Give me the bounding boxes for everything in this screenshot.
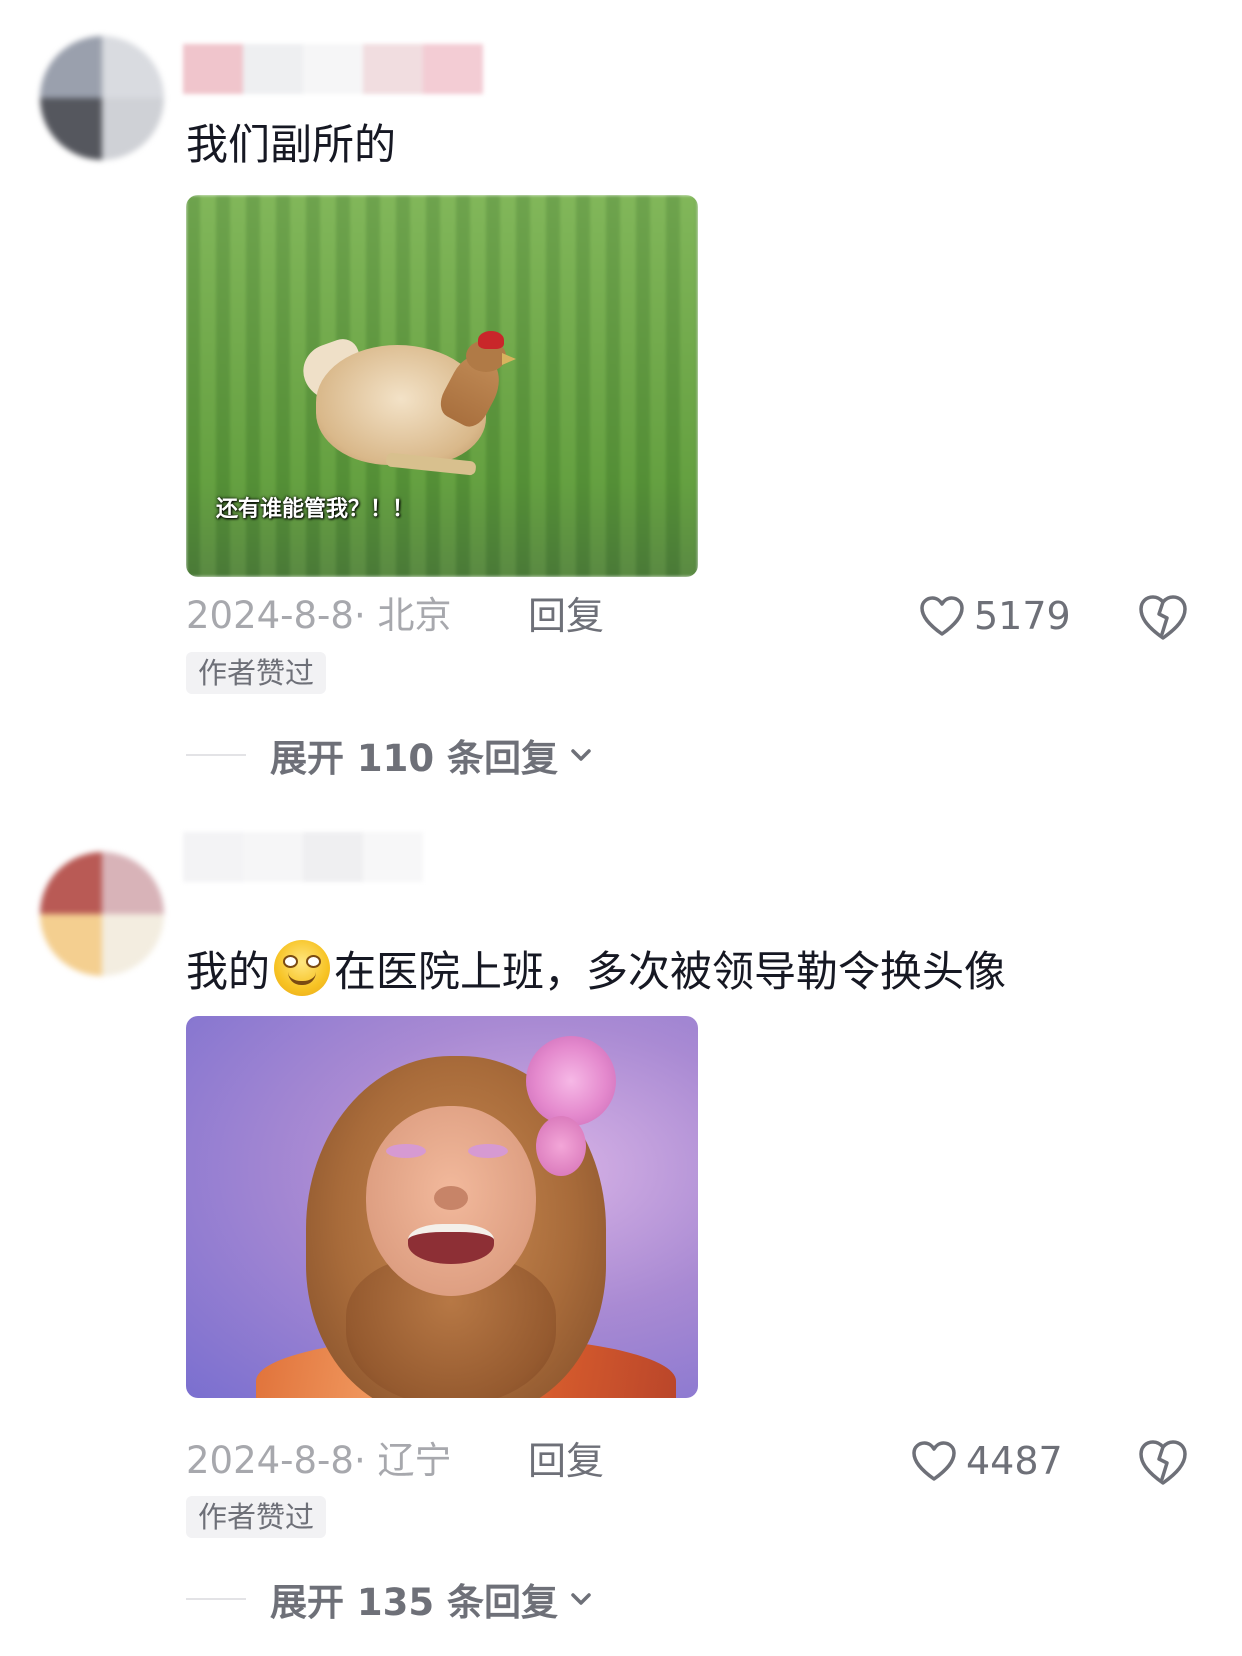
chicken-comb xyxy=(478,331,504,349)
expand-replies-label: 展开 135 条回复 xyxy=(270,1581,558,1624)
comment-meta: 2024-8-8· 北京 回复 xyxy=(186,588,604,644)
comment-text-part: 我的 xyxy=(186,947,271,996)
username-blurred[interactable] xyxy=(183,44,483,94)
date-location: 2024-8-8· 北京 xyxy=(186,594,452,637)
comment-meta: 2024-8-8· 辽宁 回复 xyxy=(186,1433,604,1489)
expand-replies-label: 展开 110 条回复 xyxy=(270,737,558,780)
chevron-down-icon xyxy=(571,1593,591,1605)
like-count: 4487 xyxy=(966,1439,1063,1483)
username-blurred[interactable] xyxy=(183,832,423,882)
avatar[interactable] xyxy=(40,36,164,160)
monkey-mouth xyxy=(408,1224,494,1264)
divider-line xyxy=(186,1598,246,1600)
heart-outline-icon xyxy=(912,1441,956,1481)
reply-button[interactable]: 回复 xyxy=(528,588,604,644)
smiling-face-emoji xyxy=(274,940,331,996)
image-subtitle: 还有谁能管我？！！ xyxy=(216,496,415,521)
chevron-down-icon xyxy=(571,749,591,761)
date-location: 2024-8-8· 辽宁 xyxy=(186,1439,452,1482)
heart-outline-icon xyxy=(920,596,964,636)
reply-button[interactable]: 回复 xyxy=(528,1433,604,1489)
author-liked-badge: 作者赞过 xyxy=(186,652,327,694)
expand-replies-button[interactable]: 展开 110 条回复 xyxy=(186,727,594,783)
comment-image[interactable]: 还有谁能管我？！！ xyxy=(186,195,698,577)
monkey-eye xyxy=(386,1144,426,1158)
expand-replies-button[interactable]: 展开 135 条回复 xyxy=(186,1571,594,1627)
comment-text: 我的 在医院上班，多次被领导勒令换头像 xyxy=(186,940,1006,1002)
comment-image[interactable] xyxy=(186,1016,698,1398)
divider-line xyxy=(186,754,246,756)
like-button[interactable]: 5179 xyxy=(918,588,1071,644)
pink-flower xyxy=(536,1116,586,1176)
author-liked-badge: 作者赞过 xyxy=(186,1496,327,1538)
avatar[interactable] xyxy=(40,852,164,976)
chicken-beak xyxy=(502,353,516,365)
comment-text: 我们副所的 xyxy=(186,120,397,169)
broken-heart-icon[interactable] xyxy=(1136,1435,1190,1489)
comment-text-part: 在医院上班，多次被领导勒令换头像 xyxy=(334,947,1007,996)
broken-heart-icon[interactable] xyxy=(1136,590,1190,644)
pink-flower xyxy=(526,1036,616,1126)
like-button[interactable]: 4487 xyxy=(910,1433,1063,1489)
monkey-eye xyxy=(468,1144,508,1158)
like-count: 5179 xyxy=(974,594,1071,638)
monkey-nose xyxy=(434,1186,468,1210)
